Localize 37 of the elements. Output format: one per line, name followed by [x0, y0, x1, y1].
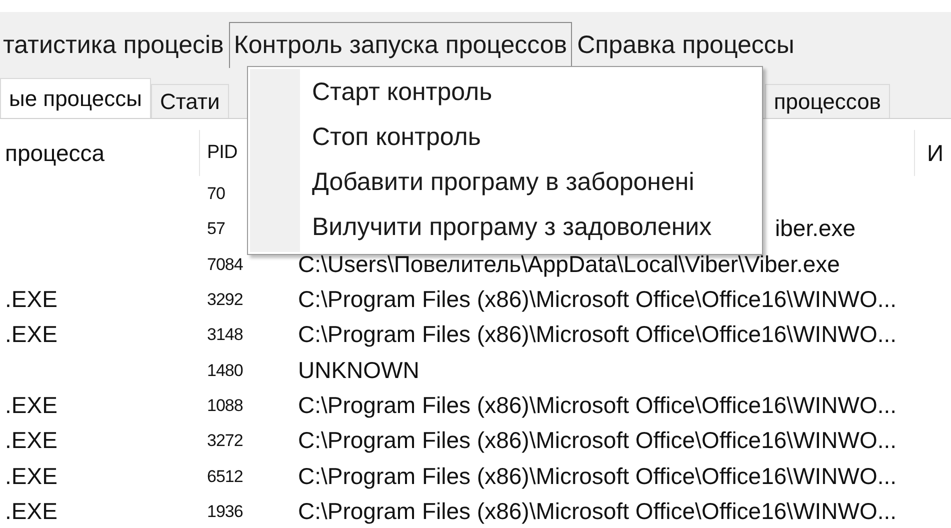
table-cell: C:\Users\Повелитель\AppData\Local\Viber\Viber.exe	[298, 252, 840, 276]
tab[interactable]: ые процессы	[0, 78, 151, 118]
menu-item[interactable]: Контроль запуска процессов	[228, 22, 572, 68]
table-cell: iber.exe	[775, 217, 856, 240]
table-cell: .EXE	[5, 429, 58, 452]
table-cell: 1480	[207, 362, 243, 379]
table-cell: 7084	[207, 256, 243, 273]
table-cell: 1088	[207, 396, 243, 414]
tab[interactable]: Стати	[150, 84, 229, 118]
table-cell: .EXE	[5, 394, 58, 417]
menu-option[interactable]: Вилучити програму з задоволених	[300, 205, 712, 250]
table-cell: 1936	[207, 502, 243, 520]
table-cell: 3272	[207, 432, 243, 450]
table-cell: 70	[207, 185, 225, 202]
table-cell: UNKNOWN	[298, 358, 420, 382]
tab[interactable]: процессов	[764, 84, 890, 118]
menu-option[interactable]: Добавити програму в заборонені	[300, 160, 712, 205]
table-cell: .EXE	[5, 323, 58, 346]
table-cell: .EXE	[5, 500, 58, 523]
table-cell: 57	[207, 220, 225, 238]
table-cell: C:\Program Files (x86)\Microsoft Office\Office16\WINWO...	[298, 323, 897, 346]
table-cell: 3148	[207, 326, 243, 344]
column-header[interactable]: процесса	[0, 130, 200, 176]
menu-item[interactable]: татистика процесів	[0, 22, 229, 68]
column-header[interactable]: И	[915, 130, 951, 176]
table-cell: C:\Program Files (x86)\Microsoft Office\Office16\WINWO...	[298, 394, 897, 417]
menu-option[interactable]: Старт контроль	[300, 70, 712, 115]
table-cell: C:\Program Files (x86)\Microsoft Office\Office16\WINWO...	[298, 288, 897, 312]
table-cell: C:\Program Files (x86)\Microsoft Office\Office16\WINWO...	[298, 464, 897, 488]
menu-option[interactable]: Стоп контроль	[300, 115, 712, 160]
table-cell: .EXE	[5, 288, 58, 312]
menu-item[interactable]: Справка процессы	[572, 22, 800, 68]
table-cell: 3292	[207, 291, 243, 308]
table-cell: .EXE	[5, 464, 58, 488]
table-cell: C:\Program Files (x86)\Microsoft Office\Office16\WINWO...	[298, 500, 897, 523]
table-cell: 6512	[207, 468, 243, 485]
table-cell: C:\Program Files (x86)\Microsoft Office\Office16\WINWO...	[298, 429, 897, 452]
